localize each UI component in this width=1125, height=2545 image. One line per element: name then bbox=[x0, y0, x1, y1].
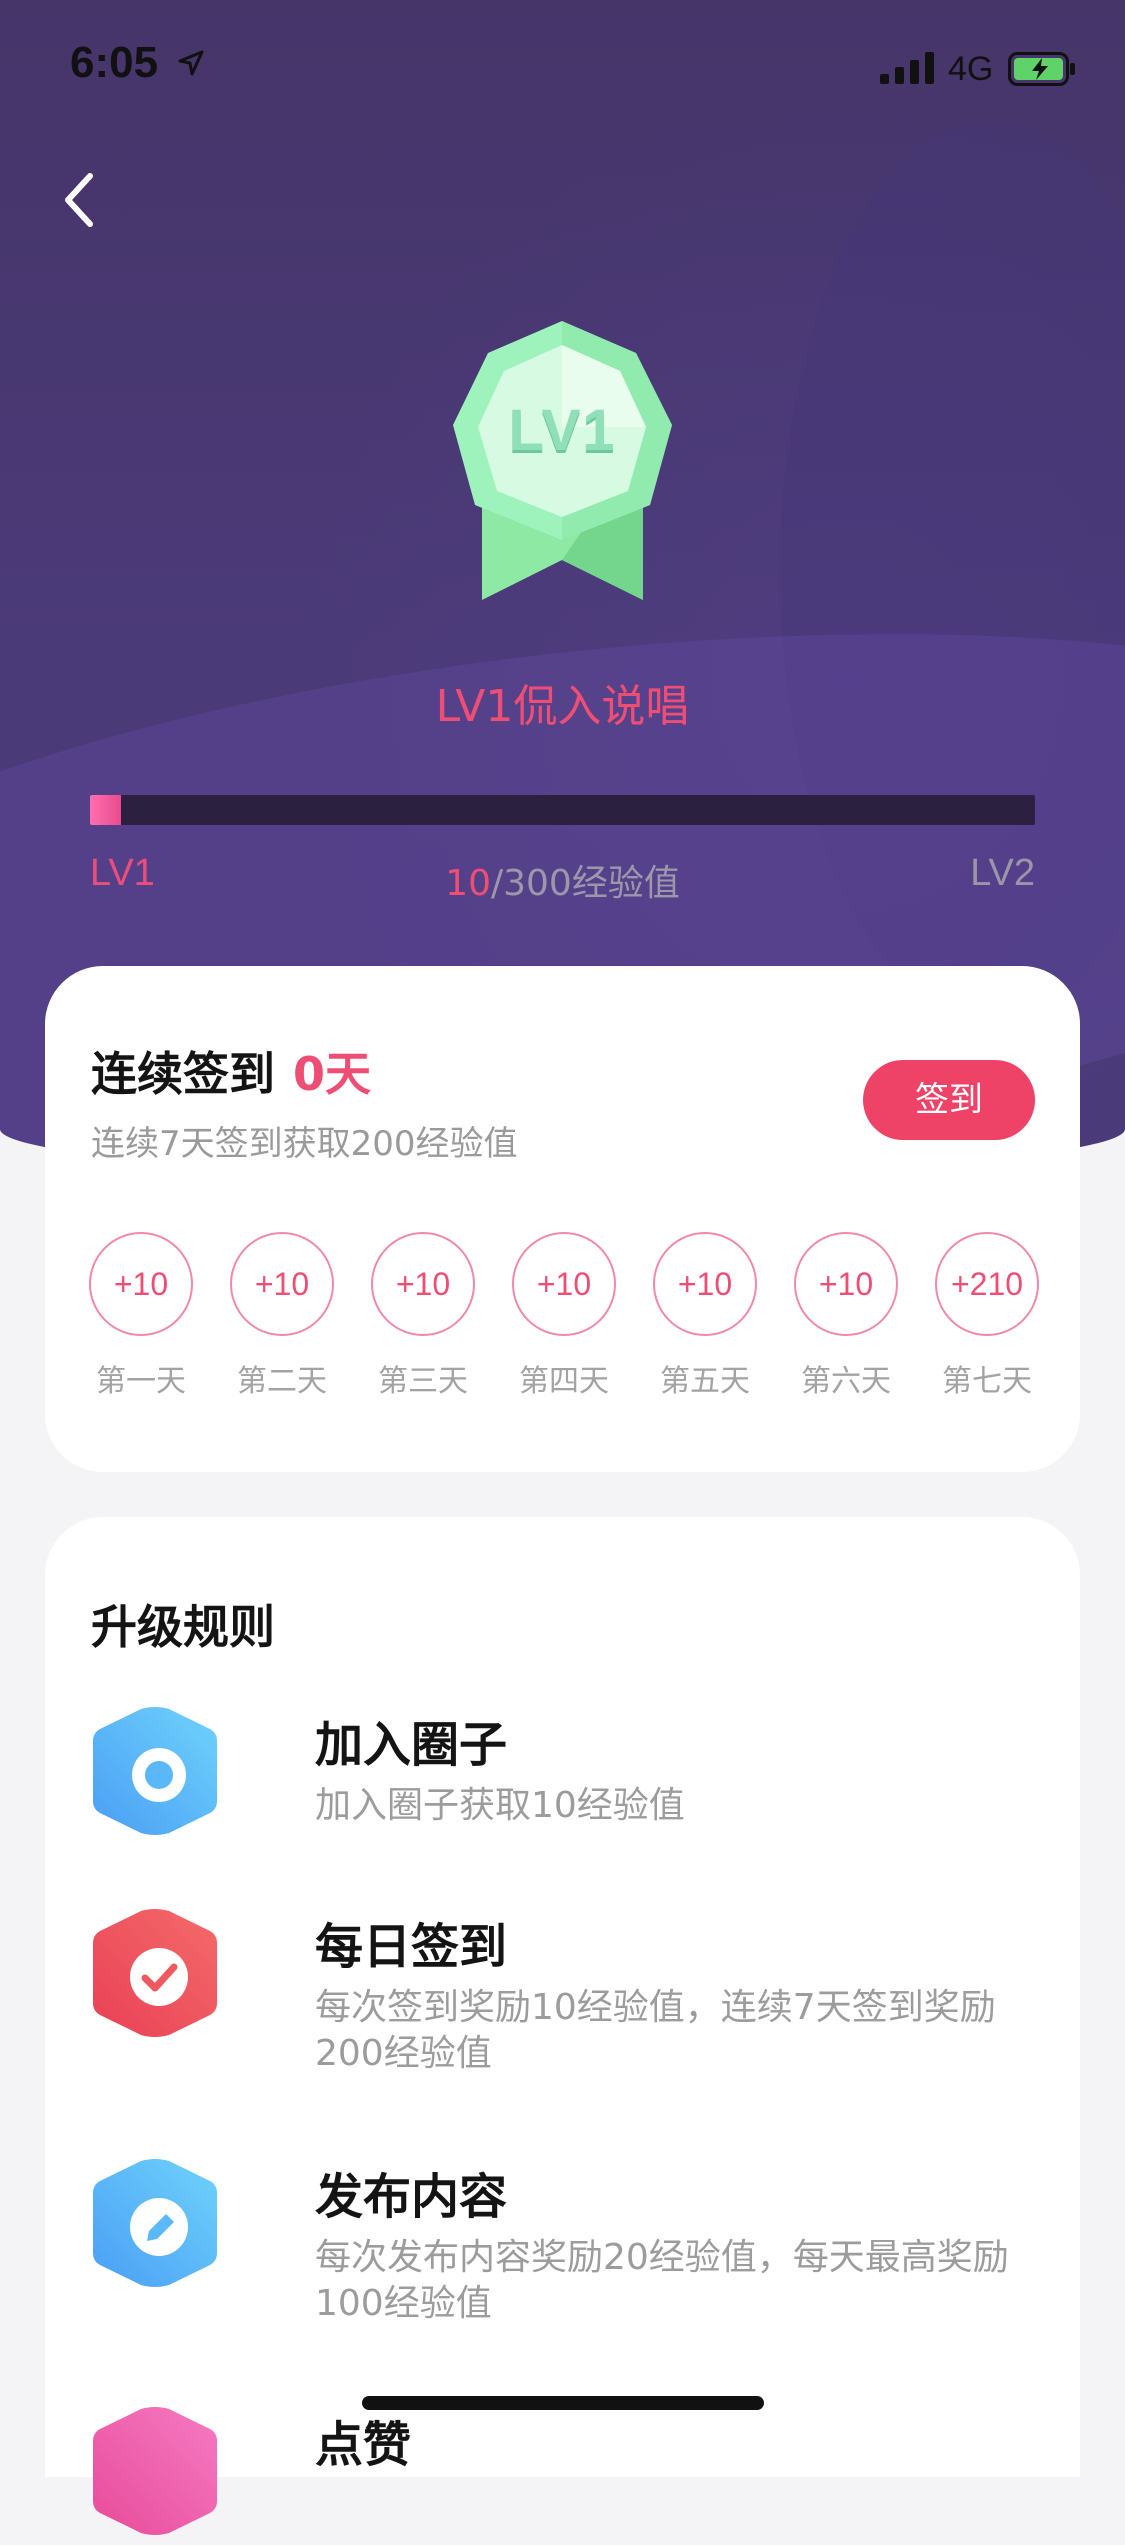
level-title: LV1侃入说唱 bbox=[435, 681, 690, 732]
network-label: 4G bbox=[948, 50, 994, 88]
circle-target-icon bbox=[93, 1707, 217, 1835]
day-reward-label: 第六天 bbox=[801, 1364, 891, 1399]
rule-description: 每次发布内容奖励20经验值，每天最高奖励100经验值 bbox=[315, 2237, 1009, 2324]
day-reward-value: +10 bbox=[512, 1232, 616, 1336]
day-reward-label: 第四天 bbox=[519, 1364, 609, 1399]
day-reward-label: 第一天 bbox=[96, 1364, 186, 1399]
experience-current: 10 bbox=[445, 863, 491, 904]
checkin-days-count: 0天 bbox=[293, 1047, 372, 1101]
badge-label: LV1 bbox=[508, 398, 617, 463]
day-reward-value: +10 bbox=[89, 1232, 193, 1336]
back-icon[interactable] bbox=[58, 170, 98, 230]
checkin-button[interactable]: 签到 bbox=[863, 1060, 1035, 1140]
day-reward-1: +10 第一天 bbox=[89, 1232, 193, 1400]
status-bar: 6:05 4G bbox=[0, 0, 1125, 132]
rule-title: 点赞 bbox=[315, 2417, 412, 2473]
day-reward-3: +10 第三天 bbox=[371, 1232, 475, 1400]
checkin-reward-row: +10 第一天 +10 第二天 +10 第三天 +10 第四天 +10 第五天 … bbox=[89, 1232, 1054, 1412]
like-icon bbox=[93, 2407, 217, 2535]
next-level-label: LV2 bbox=[970, 852, 1035, 894]
day-reward-value: +210 bbox=[935, 1232, 1039, 1336]
level-badge: LV1 bbox=[440, 315, 685, 615]
home-indicator bbox=[362, 2396, 764, 2410]
checkin-title-text: 连续签到 bbox=[91, 1047, 275, 1101]
status-time: 6:05 bbox=[70, 38, 159, 87]
medal-icon bbox=[453, 321, 672, 600]
rule-description: 加入圈子获取10经验值 bbox=[315, 1785, 685, 1826]
day-reward-value: +10 bbox=[371, 1232, 475, 1336]
day-reward-label: 第三天 bbox=[378, 1364, 468, 1399]
rules-title: 升级规则 bbox=[91, 1600, 275, 1654]
checkin-title: 连续签到 0天 bbox=[91, 1038, 371, 1104]
location-arrow-icon bbox=[178, 50, 204, 76]
checkmark-icon bbox=[93, 1909, 217, 2037]
day-reward-5: +10 第五天 bbox=[653, 1232, 757, 1400]
day-reward-7: +210 第七天 bbox=[935, 1232, 1039, 1400]
checkin-subtitle: 连续7天签到获取200经验值 bbox=[91, 1124, 518, 1164]
day-reward-4: +10 第四天 bbox=[512, 1232, 616, 1400]
day-reward-label: 第二天 bbox=[237, 1364, 327, 1399]
day-reward-value: +10 bbox=[653, 1232, 757, 1336]
day-reward-2: +10 第二天 bbox=[230, 1232, 334, 1400]
upgrade-rules-card: 升级规则 加入圈子 加入圈子获取10经验值 每日签到 每次签到奖励10经验值，连… bbox=[45, 1517, 1080, 2535]
checkin-card: 连续签到 0天 连续7天签到获取200经验值 签到 +10 第一天 +10 第二天… bbox=[45, 966, 1080, 1472]
day-reward-label: 第七天 bbox=[942, 1364, 1032, 1399]
battery-charging-icon bbox=[1008, 52, 1075, 86]
experience-total: /300经验值 bbox=[490, 863, 680, 904]
experience-text: 10/300经验值 bbox=[0, 854, 1125, 906]
rule-title: 每日签到 bbox=[315, 1919, 508, 1975]
day-reward-value: +10 bbox=[794, 1232, 898, 1336]
rule-title: 发布内容 bbox=[315, 2169, 508, 2225]
day-reward-6: +10 第六天 bbox=[794, 1232, 898, 1400]
progress-fill bbox=[90, 795, 122, 825]
rule-description: 每次签到奖励10经验值，连续7天签到奖励200经验值 bbox=[315, 1987, 996, 2074]
rule-title: 加入圈子 bbox=[315, 1717, 508, 1773]
experience-progress-bar bbox=[90, 795, 1035, 825]
signal-bars-icon bbox=[880, 52, 934, 84]
day-reward-label: 第五天 bbox=[660, 1364, 750, 1399]
day-reward-value: +10 bbox=[230, 1232, 334, 1336]
pencil-icon bbox=[93, 2159, 217, 2287]
